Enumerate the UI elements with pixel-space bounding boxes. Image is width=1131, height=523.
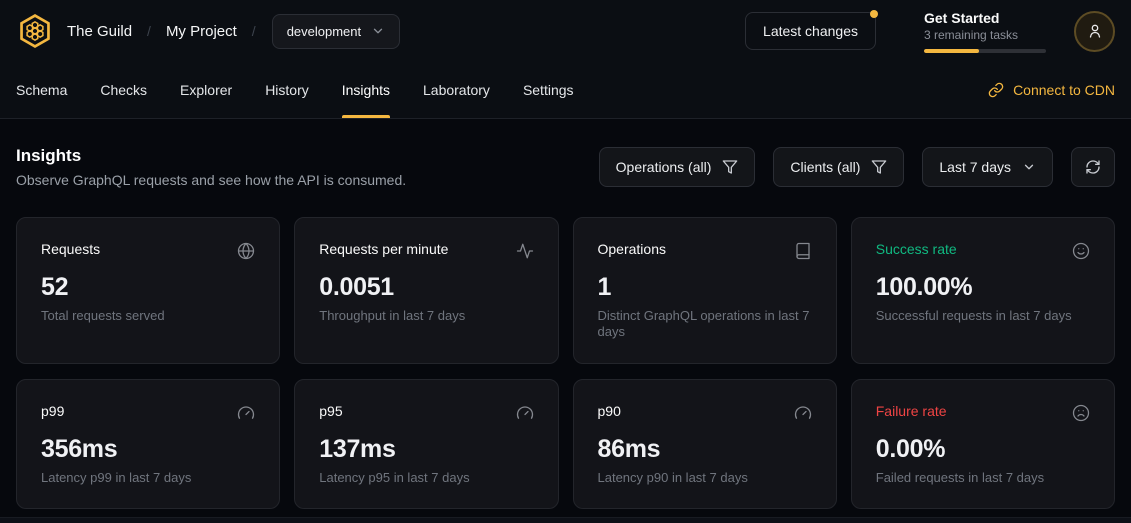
card-description: Latency p95 in last 7 days bbox=[319, 470, 533, 486]
card-value: 0.0051 bbox=[319, 273, 533, 302]
user-icon bbox=[1086, 22, 1104, 40]
operations-filter-button[interactable]: Operations (all) bbox=[599, 147, 756, 187]
stat-card-p99: p99 356ms Latency p99 in last 7 days bbox=[16, 379, 280, 509]
card-value: 52 bbox=[41, 273, 255, 302]
clients-filter-button[interactable]: Clients (all) bbox=[773, 147, 904, 187]
activity-icon bbox=[516, 242, 534, 260]
card-title: Requests bbox=[41, 241, 100, 257]
tab-explorer[interactable]: Explorer bbox=[180, 62, 232, 118]
book-icon bbox=[794, 242, 812, 260]
tab-checks[interactable]: Checks bbox=[100, 62, 147, 118]
page-subtitle: Observe GraphQL requests and see how the… bbox=[16, 172, 406, 188]
target-selector[interactable]: development bbox=[272, 14, 400, 49]
get-started-progressbar bbox=[924, 49, 1046, 53]
guild-hive-logo-icon[interactable] bbox=[16, 12, 54, 50]
stat-card-p90: p90 86ms Latency p90 in last 7 days bbox=[573, 379, 837, 509]
insights-page: Insights Observe GraphQL requests and se… bbox=[0, 119, 1131, 509]
card-title: Success rate bbox=[876, 241, 957, 257]
date-range-selector[interactable]: Last 7 days bbox=[922, 147, 1053, 187]
tab-insights[interactable]: Insights bbox=[342, 62, 390, 118]
frown-icon bbox=[1072, 404, 1090, 422]
card-description: Total requests served bbox=[41, 308, 255, 324]
breadcrumb-org[interactable]: The Guild bbox=[67, 23, 132, 40]
globe-icon bbox=[237, 242, 255, 260]
footer-edge bbox=[0, 517, 1131, 523]
filter-icon bbox=[722, 159, 738, 175]
breadcrumb-separator: / bbox=[147, 23, 151, 39]
breadcrumb: The Guild / My Project / bbox=[67, 23, 256, 40]
connect-to-cdn-label: Connect to CDN bbox=[1013, 82, 1115, 98]
link-icon bbox=[988, 82, 1004, 98]
gauge-icon bbox=[237, 404, 255, 422]
card-description: Throughput in last 7 days bbox=[319, 308, 533, 324]
notification-dot bbox=[870, 10, 878, 18]
card-title: p95 bbox=[319, 403, 342, 419]
get-started-remaining-tasks: 3 remaining tasks bbox=[924, 28, 1046, 42]
user-avatar[interactable] bbox=[1074, 11, 1115, 52]
tab-settings[interactable]: Settings bbox=[523, 62, 574, 118]
clients-filter-label: Clients (all) bbox=[790, 159, 860, 175]
operations-filter-label: Operations (all) bbox=[616, 159, 712, 175]
refresh-button[interactable] bbox=[1071, 147, 1115, 187]
card-title: Operations bbox=[598, 241, 666, 257]
page-heading: Insights Observe GraphQL requests and se… bbox=[16, 146, 406, 188]
card-value: 1 bbox=[598, 273, 812, 302]
card-title: Failure rate bbox=[876, 403, 947, 419]
card-value: 86ms bbox=[598, 435, 812, 464]
card-value: 137ms bbox=[319, 435, 533, 464]
stat-card-success-rate: Success rate 100.00% Successful requests… bbox=[851, 217, 1115, 364]
get-started-widget[interactable]: Get Started 3 remaining tasks bbox=[924, 10, 1046, 53]
card-description: Distinct GraphQL operations in last 7 da… bbox=[598, 308, 812, 341]
filter-icon bbox=[871, 159, 887, 175]
breadcrumb-project[interactable]: My Project bbox=[166, 23, 237, 40]
stat-card-operations: Operations 1 Distinct GraphQL operations… bbox=[573, 217, 837, 364]
project-nav: Schema Checks Explorer History Insights … bbox=[0, 62, 1131, 119]
stat-card-requests: Requests 52 Total requests served bbox=[16, 217, 280, 364]
get-started-progress-fill bbox=[924, 49, 979, 53]
stats-cards-grid: Requests 52 Total requests served Reques… bbox=[16, 217, 1115, 509]
breadcrumb-separator: / bbox=[252, 23, 256, 39]
tab-laboratory[interactable]: Laboratory bbox=[423, 62, 490, 118]
card-title: p99 bbox=[41, 403, 64, 419]
date-range-value: Last 7 days bbox=[939, 159, 1011, 175]
gauge-icon bbox=[794, 404, 812, 422]
refresh-icon bbox=[1085, 159, 1101, 175]
stat-card-requests-per-minute: Requests per minute 0.0051 Throughput in… bbox=[294, 217, 558, 364]
card-title: p90 bbox=[598, 403, 621, 419]
latest-changes-label: Latest changes bbox=[763, 23, 858, 39]
connect-to-cdn-link[interactable]: Connect to CDN bbox=[988, 62, 1115, 118]
gauge-icon bbox=[516, 404, 534, 422]
target-selector-value: development bbox=[287, 24, 361, 39]
stat-card-p95: p95 137ms Latency p95 in last 7 days bbox=[294, 379, 558, 509]
top-header: The Guild / My Project / development Lat… bbox=[0, 0, 1131, 62]
card-description: Failed requests in last 7 days bbox=[876, 470, 1090, 486]
chevron-down-icon bbox=[1022, 160, 1036, 174]
page-title: Insights bbox=[16, 146, 406, 166]
tab-history[interactable]: History bbox=[265, 62, 309, 118]
card-description: Successful requests in last 7 days bbox=[876, 308, 1090, 324]
card-value: 0.00% bbox=[876, 435, 1090, 464]
card-description: Latency p90 in last 7 days bbox=[598, 470, 812, 486]
tab-schema[interactable]: Schema bbox=[16, 62, 67, 118]
get-started-title: Get Started bbox=[924, 10, 1046, 26]
card-value: 100.00% bbox=[876, 273, 1090, 302]
nav-tabs: Schema Checks Explorer History Insights … bbox=[16, 62, 574, 118]
card-title: Requests per minute bbox=[319, 241, 448, 257]
card-description: Latency p99 in last 7 days bbox=[41, 470, 255, 486]
latest-changes-button[interactable]: Latest changes bbox=[745, 12, 876, 50]
smile-icon bbox=[1072, 242, 1090, 260]
filters-toolbar: Operations (all) Clients (all) Last 7 da… bbox=[599, 147, 1115, 187]
card-value: 356ms bbox=[41, 435, 255, 464]
chevron-down-icon bbox=[371, 24, 385, 38]
stat-card-failure-rate: Failure rate 0.00% Failed requests in la… bbox=[851, 379, 1115, 509]
